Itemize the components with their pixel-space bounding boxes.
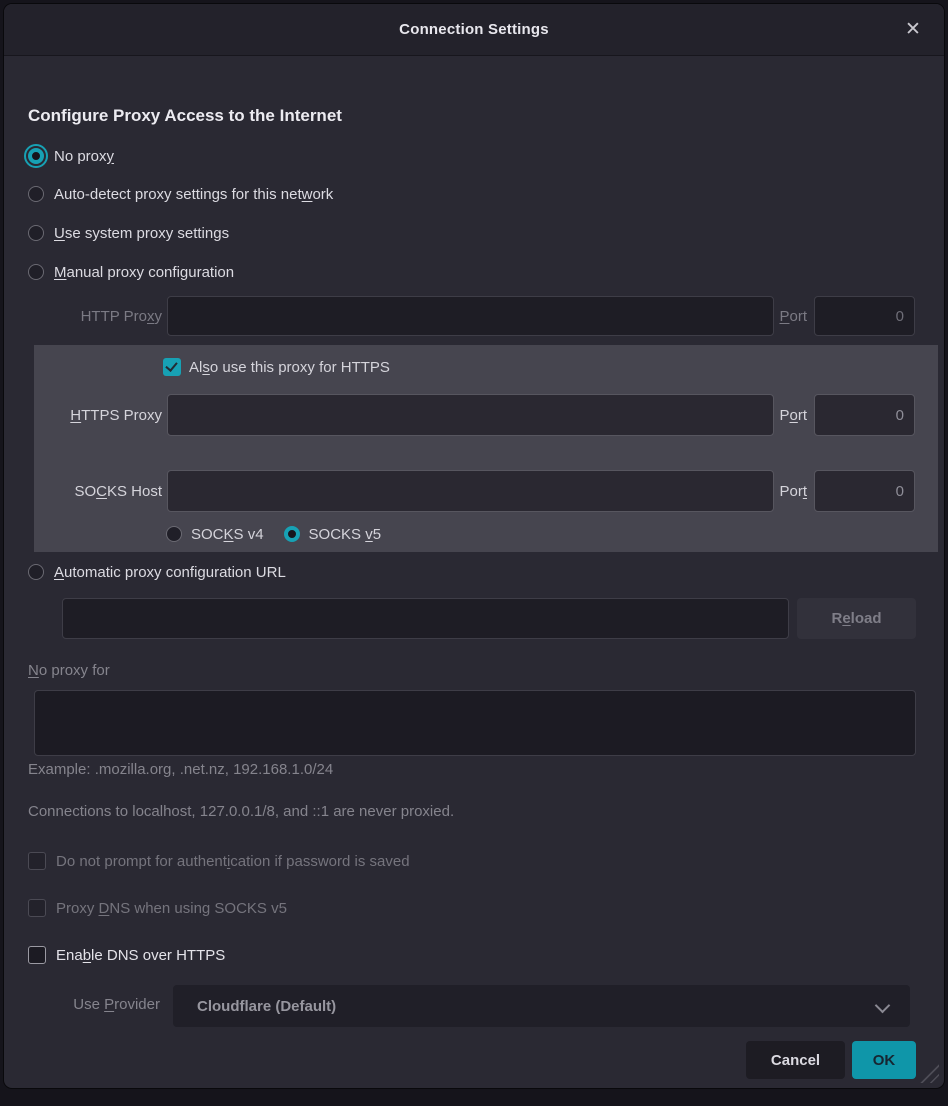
checkbox-icon-proxy-dns[interactable] [28,899,46,917]
example-hint-text: Example: .mozilla.org, .net.nz, 192.168.… [28,761,333,778]
radio-option-auto-url[interactable]: Automatic proxy configuration URL [28,558,286,586]
enable-doh-label: Enable DNS over HTTPS [56,947,225,964]
checkbox-icon-also-https[interactable] [163,358,181,376]
dialog-titlebar: Connection Settings ✕ [4,4,944,56]
auto-config-url-input[interactable] [62,598,789,639]
provider-dropdown-value: Cloudflare (Default) [197,998,336,1015]
page-title: Configure Proxy Access to the Internet [28,106,342,126]
dialog-title: Connection Settings [399,21,549,38]
no-proxy-for-label: No proxy for [28,662,110,679]
radio-icon-socks-v5[interactable] [284,526,300,542]
https-proxy-label: HTTPS Proxy [4,407,162,424]
radio-icon-auto-url[interactable] [28,564,44,580]
radio-label-auto-detect: Auto-detect proxy settings for this netw… [54,186,333,203]
radio-icon-use-system[interactable] [28,225,44,241]
checkbox-row-proxy-dns[interactable]: Proxy DNS when using SOCKS v5 [28,895,287,921]
http-proxy-label: HTTP Proxy [4,308,162,325]
chevron-down-icon [875,998,891,1014]
radio-option-no-proxy[interactable]: No proxy [28,142,114,170]
http-port-input[interactable] [814,296,915,336]
use-provider-label: Use Provider [4,996,160,1013]
socks-port-input[interactable] [814,470,915,512]
http-proxy-input[interactable] [167,296,774,336]
close-button[interactable]: ✕ [896,4,930,55]
cancel-button[interactable]: Cancel [746,1041,845,1079]
page: { "colors": { "accent": "#17a1b4", "ok_b… [0,0,948,1106]
ok-button[interactable]: OK [852,1041,916,1079]
socks-host-input[interactable] [167,470,774,512]
checkbox-row-no-auth-prompt[interactable]: Do not prompt for authentication if pass… [28,848,410,874]
radio-label-no-proxy: No proxy [54,148,114,165]
also-use-https-checkbox-row[interactable]: Also use this proxy for HTTPS [163,354,390,380]
socks-host-row: SOCKS Host Port [4,470,915,512]
radio-icon-manual[interactable] [28,264,44,280]
radio-icon-auto-detect[interactable] [28,186,44,202]
radio-option-manual[interactable]: Manual proxy configuration [28,258,234,286]
no-auth-prompt-label: Do not prompt for authentication if pass… [56,853,410,870]
checkbox-row-enable-doh[interactable]: Enable DNS over HTTPS [28,942,225,968]
proxy-dns-label: Proxy DNS when using SOCKS v5 [56,900,287,917]
https-proxy-row: HTTPS Proxy Port [4,394,915,436]
radio-option-use-system[interactable]: Use system proxy settings [28,219,229,247]
radio-icon-socks-v4[interactable] [166,526,182,542]
reload-button[interactable]: Reload [797,598,916,639]
socks-port-label: Port [779,483,807,500]
close-icon: ✕ [905,18,921,41]
radio-icon-no-proxy[interactable] [28,148,44,164]
http-proxy-row: HTTP Proxy Port [4,296,915,336]
provider-dropdown[interactable]: Cloudflare (Default) [173,985,910,1027]
no-proxy-for-textarea[interactable] [34,690,916,756]
localhost-note-text: Connections to localhost, 127.0.0.1/8, a… [28,803,454,820]
https-proxy-input[interactable] [167,394,774,436]
socks-host-label: SOCKS Host [4,483,162,500]
http-port-label: Port [779,308,807,325]
radio-option-auto-detect[interactable]: Auto-detect proxy settings for this netw… [28,180,333,208]
radio-label-manual: Manual proxy configuration [54,264,234,281]
socks-version-row: SOCKS v4 SOCKS v5 [166,521,381,547]
https-port-input[interactable] [814,394,915,436]
also-https-label: Also use this proxy for HTTPS [189,359,390,376]
socks-v5-label: SOCKS v5 [309,526,382,543]
radio-label-auto-url: Automatic proxy configuration URL [54,564,286,581]
checkbox-icon-enable-doh[interactable] [28,946,46,964]
checkbox-icon-no-auth-prompt[interactable] [28,852,46,870]
socks-v4-label: SOCKS v4 [191,526,264,543]
https-port-label: Port [779,407,807,424]
connection-settings-dialog: Connection Settings ✕ Configure Proxy Ac… [4,4,944,1088]
radio-label-use-system: Use system proxy settings [54,225,229,242]
resize-grip[interactable] [917,1061,939,1083]
